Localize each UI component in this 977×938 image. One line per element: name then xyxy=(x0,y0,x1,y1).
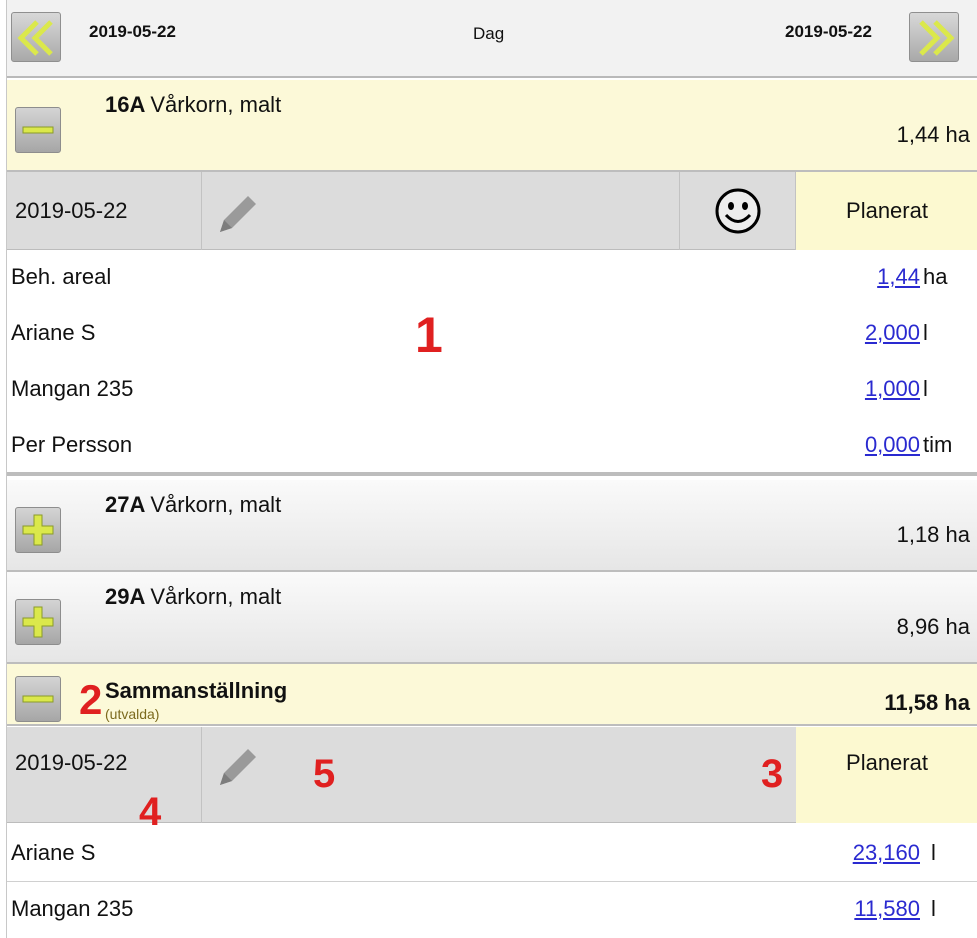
summary-status-badge[interactable]: Planerat xyxy=(796,727,977,823)
action-row: 2019-05-22 Planerat xyxy=(7,172,977,250)
row-value-link[interactable]: 2,000 xyxy=(865,320,920,346)
detail-row: Mangan 235 1,000 l xyxy=(7,362,977,418)
field-title: 16A Vårkorn, malt xyxy=(105,92,281,118)
row-unit: l xyxy=(923,320,928,345)
crop-name: Vårkorn, malt xyxy=(150,584,282,609)
summary-group[interactable]: Sammanställning (utvalda) 11,58 ha xyxy=(7,664,977,726)
crop-name: Vårkorn, malt xyxy=(150,92,282,117)
summary-row: Mangan 235 11,580 l xyxy=(7,882,977,938)
annotation-marker-3: 3 xyxy=(761,752,784,796)
row-label: Mangan 235 xyxy=(11,376,134,401)
field-area: 1,44 ha xyxy=(896,122,970,147)
double-chevron-right-icon xyxy=(919,20,955,56)
expand-button[interactable] xyxy=(15,507,61,553)
detail-row: Ariane S 2,000 l xyxy=(7,306,977,362)
detail-row: Per Persson 0,000 tim xyxy=(7,418,977,474)
row-unit: ha xyxy=(923,264,948,289)
section-divider xyxy=(7,472,977,476)
row-unit: l xyxy=(931,896,936,921)
expand-button[interactable] xyxy=(15,599,61,645)
date-from[interactable]: 2019-05-22 xyxy=(89,22,176,42)
detail-row: Beh. areal 1,44 ha xyxy=(7,250,977,306)
row-unit: l xyxy=(931,840,936,865)
plus-icon xyxy=(22,514,54,546)
pencil-icon[interactable] xyxy=(212,741,262,791)
field-id: 27A xyxy=(105,492,146,517)
annotation-marker-1: 1 xyxy=(415,307,443,363)
collapse-button[interactable] xyxy=(15,676,61,722)
row-unit: l xyxy=(923,376,928,401)
field-title: 27A Vårkorn, malt xyxy=(105,492,281,518)
row-label: Per Persson xyxy=(11,432,133,457)
field-title: 29A Vårkorn, malt xyxy=(105,584,281,610)
row-label: Beh. areal xyxy=(11,264,112,289)
row-label: Ariane S xyxy=(11,320,96,345)
smiley-icon xyxy=(715,188,761,234)
status-badge[interactable]: Planerat xyxy=(796,172,977,250)
action-date[interactable]: 2019-05-22 xyxy=(7,172,202,250)
status-smiley xyxy=(679,172,796,250)
row-value-link[interactable]: 23,160 xyxy=(853,840,920,866)
field-group-16a[interactable]: 16A Vårkorn, malt 1,44 ha xyxy=(7,80,977,172)
summary-date[interactable]: 2019-05-22 xyxy=(7,727,202,823)
annotation-marker-4: 4 xyxy=(139,790,162,834)
minus-icon xyxy=(22,695,54,703)
double-chevron-left-icon xyxy=(17,20,53,56)
row-value-link[interactable]: 0,000 xyxy=(865,432,920,458)
minus-icon xyxy=(22,126,54,134)
pencil-icon[interactable] xyxy=(212,188,262,238)
row-value-link[interactable]: 1,000 xyxy=(865,376,920,402)
period-mode[interactable]: Dag xyxy=(473,24,504,44)
date-to[interactable]: 2019-05-22 xyxy=(785,22,872,42)
row-unit: tim xyxy=(923,432,953,457)
collapse-button[interactable] xyxy=(15,107,61,153)
field-area: 8,96 ha xyxy=(896,614,970,639)
summary-heading: Sammanställning xyxy=(105,678,288,703)
row-label: Ariane S xyxy=(11,840,96,865)
app-frame: 2019-05-22 Dag 2019-05-22 16A Vårkorn, ma… xyxy=(6,0,977,938)
row-value-link[interactable]: 11,580 xyxy=(854,896,920,922)
field-id: 16A xyxy=(105,92,146,117)
row-label: Mangan 235 xyxy=(11,896,134,921)
summary-title: Sammanställning xyxy=(105,678,292,704)
date-navigation-bar: 2019-05-22 Dag 2019-05-22 xyxy=(7,0,977,78)
next-day-button[interactable] xyxy=(909,12,959,62)
annotation-marker-5: 5 xyxy=(313,752,336,796)
field-area: 1,18 ha xyxy=(896,522,970,547)
summary-area: 11,58 ha xyxy=(884,690,970,715)
crop-name: Vårkorn, malt xyxy=(150,492,282,517)
field-group-29a[interactable]: 29A Vårkorn, malt 8,96 ha xyxy=(7,572,977,664)
field-id: 29A xyxy=(105,584,146,609)
field-group-27a[interactable]: 27A Vårkorn, malt 1,18 ha xyxy=(7,480,977,572)
previous-day-button[interactable] xyxy=(11,12,61,62)
plus-icon xyxy=(22,606,54,638)
summary-subtitle: (utvalda) xyxy=(105,706,160,722)
annotation-marker-2: 2 xyxy=(79,676,103,723)
row-value-link[interactable]: 1,44 xyxy=(877,264,920,290)
